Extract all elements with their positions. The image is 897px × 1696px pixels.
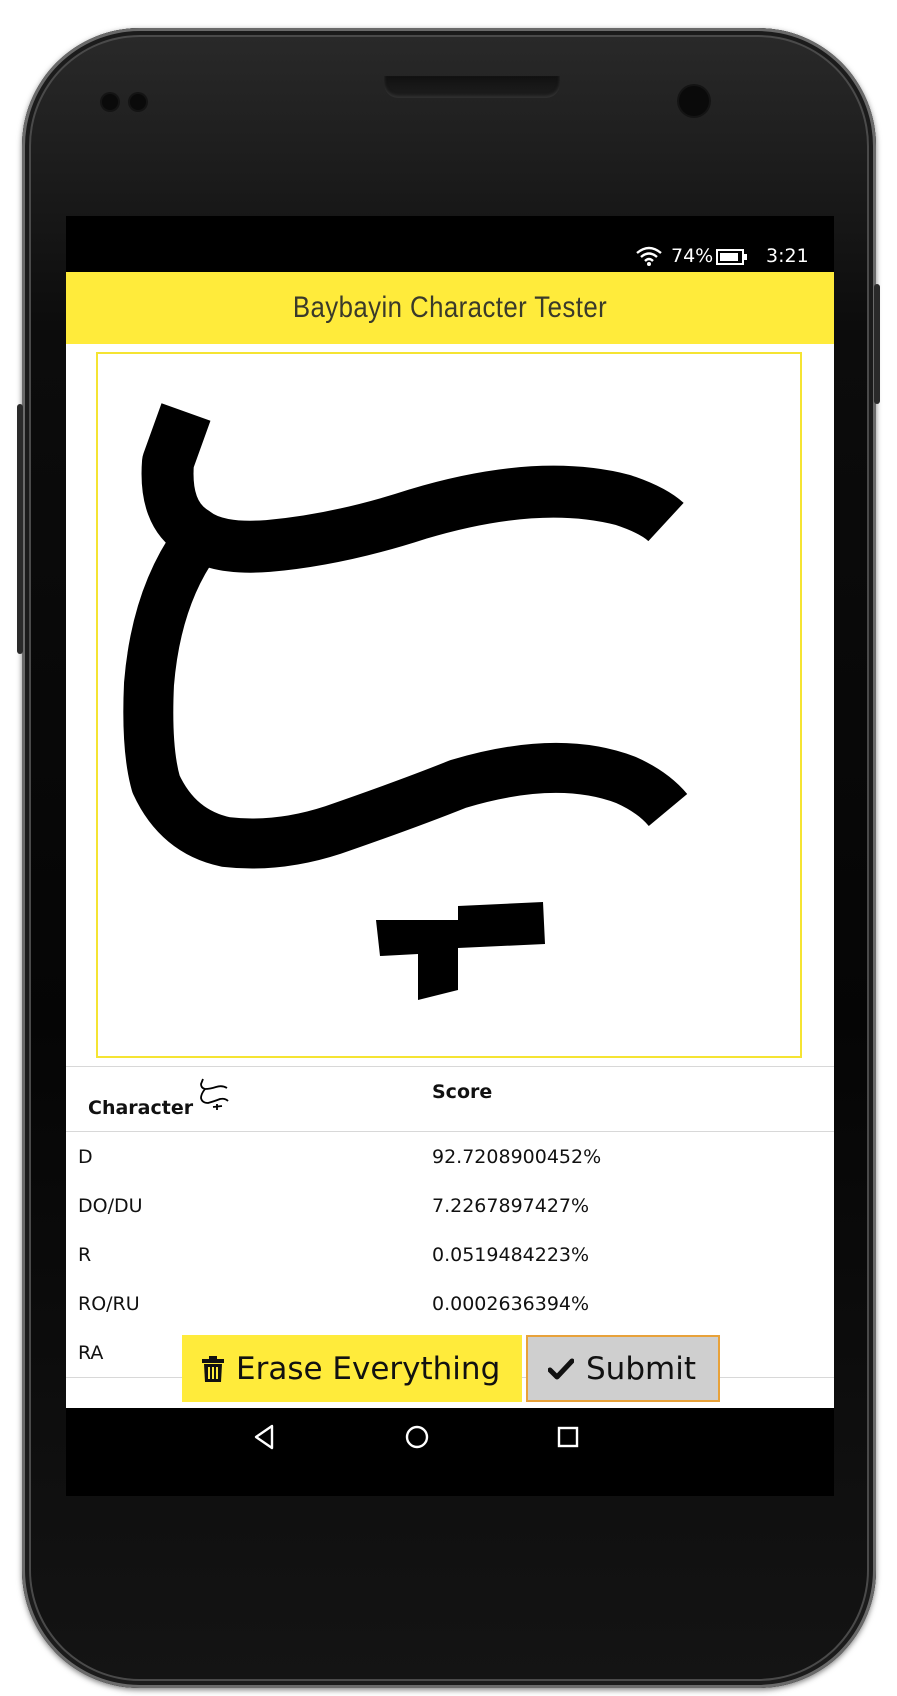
character-thumbnail [200, 1078, 229, 1110]
front-camera [679, 86, 709, 116]
battery-percent: 74% [671, 245, 714, 267]
check-icon [548, 1358, 574, 1379]
submit-button[interactable]: Submit [526, 1335, 720, 1402]
proximity-sensor [102, 94, 118, 110]
trash-icon [202, 1355, 224, 1382]
results-table-container: Character Score D 92.7208900452% DO/DU 7… [66, 1066, 834, 1378]
table-row: RO/RU 0.0002636394% [66, 1279, 834, 1328]
row-score: 0.0519484223% [432, 1243, 590, 1266]
drawn-character [123, 403, 688, 1000]
power-button [874, 284, 880, 404]
table-row: D 92.7208900452% [66, 1132, 834, 1182]
row-score: 7.2267897427% [432, 1194, 590, 1217]
row-character: R [78, 1243, 92, 1266]
row-character: RO/RU [78, 1292, 140, 1315]
home-icon[interactable] [402, 1422, 432, 1452]
clock: 3:21 [766, 245, 809, 267]
score-column-header: Score [432, 1066, 834, 1132]
table-row: DO/DU 7.2267897427% [66, 1181, 834, 1230]
row-character: D [78, 1145, 93, 1168]
submit-button-label: Submit [586, 1350, 696, 1387]
erase-everything-button[interactable]: Erase Everything [182, 1335, 522, 1402]
wifi-icon [636, 246, 662, 266]
row-score: 0.0002636394% [432, 1292, 590, 1315]
row-character: DO/DU [78, 1194, 143, 1217]
character-column-header: Character [66, 1066, 432, 1132]
main-content: Character Score D 92.7208900452% DO/DU 7… [66, 344, 834, 1408]
table-row: R 0.0519484223% [66, 1230, 834, 1279]
results-table: Character Score D 92.7208900452% DO/DU 7… [66, 1066, 834, 1378]
device-frame: 74% 3:21 Baybayin Character Tester Chara… [0, 0, 897, 1696]
volume-button [17, 404, 23, 654]
screen: 74% 3:21 Baybayin Character Tester Chara… [66, 216, 834, 1496]
app-title: Baybayin Character Tester [292, 291, 608, 324]
erase-button-label: Erase Everything [236, 1350, 501, 1387]
character-header-label: Character [88, 1097, 194, 1119]
table-header-row: Character Score [66, 1066, 834, 1132]
status-bar: 74% 3:21 [66, 216, 834, 272]
recents-icon[interactable] [553, 1422, 583, 1452]
light-sensor [130, 94, 146, 110]
app-bar: Baybayin Character Tester [66, 272, 834, 344]
drawing-canvas[interactable] [96, 352, 802, 1058]
navigation-bar [66, 1408, 834, 1496]
earpiece-speaker [384, 76, 560, 98]
battery-icon [716, 249, 747, 265]
back-icon[interactable] [250, 1422, 280, 1452]
row-score: 92.7208900452% [432, 1145, 602, 1168]
score-header-label: Score [432, 1081, 493, 1103]
